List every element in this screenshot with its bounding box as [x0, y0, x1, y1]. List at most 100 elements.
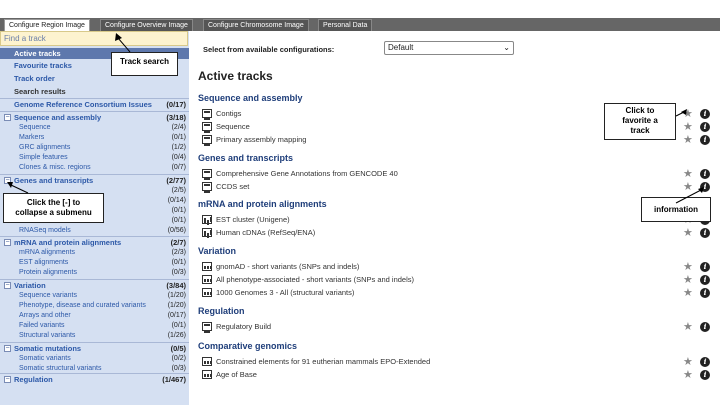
sidebar-subitem[interactable]: Structural variants (1/26) [0, 331, 189, 341]
track-name: All phenotype-associated - short variant… [216, 275, 415, 284]
info-icon[interactable]: i [700, 135, 710, 145]
track-name: Regulatory Build [216, 322, 272, 331]
star-icon[interactable]: ★ [683, 275, 693, 286]
star-icon[interactable]: ★ [683, 122, 693, 133]
track-row[interactable]: Sequence [202, 121, 672, 133]
track-style-icon[interactable] [202, 122, 212, 133]
sidebar-subitem[interactable]: Sequence (2/4) [0, 123, 189, 133]
star-icon[interactable]: ★ [683, 169, 693, 180]
sidebar-subitem[interactable]: Somatic variants (0/2) [0, 354, 189, 364]
track-row[interactable]: 1000 Genomes 3 - All (structural variant… [202, 287, 672, 298]
star-icon[interactable]: ★ [683, 322, 693, 333]
track-row[interactable]: Constrained elements for 91 eutherian ma… [202, 356, 672, 367]
tab-configure-overview-image[interactable]: Configure Overview Image [100, 19, 193, 31]
info-icon[interactable]: i [700, 109, 710, 119]
sidebar-subitem[interactable]: Arrays and other (0/17) [0, 311, 189, 321]
track-style-icon[interactable] [202, 288, 212, 297]
sidebar-subitem[interactable]: Sequence variants (1/20) [0, 291, 189, 301]
info-icon[interactable]: i [700, 275, 710, 285]
sidebar-item-favourite-tracks[interactable]: Favourite tracks [14, 61, 72, 70]
track-style-icon[interactable] [202, 370, 212, 379]
sidebar-group-5[interactable]: − Regulation (1/467) [0, 374, 189, 385]
track-row[interactable]: gnomAD - short variants (SNPs and indels… [202, 261, 672, 272]
track-row[interactable]: Regulatory Build [202, 321, 672, 333]
group-label: Genes and transcripts [14, 176, 94, 185]
track-style-icon[interactable] [202, 109, 212, 120]
info-icon[interactable]: i [700, 370, 710, 380]
sidebar-group-0[interactable]: − Sequence and assembly (3/18) [0, 112, 189, 123]
sidebar-subitem[interactable]: Phenotype, disease and curated variants (… [0, 301, 189, 311]
sidebar-subitem[interactable]: mRNA alignments (2/3) [0, 248, 189, 258]
collapse-toggle-icon[interactable]: − [4, 376, 11, 383]
track-style-icon[interactable] [202, 357, 212, 366]
sidebar-subitem[interactable]: GRC alignments (1/2) [0, 143, 189, 153]
sidebar-subitem[interactable]: Clones & misc. regions (0/7) [0, 163, 189, 173]
star-icon[interactable]: ★ [683, 182, 693, 193]
sidebar-subitem[interactable]: RNASeq models (0/56) [0, 226, 189, 236]
collapse-toggle-icon[interactable]: − [4, 345, 11, 352]
info-icon[interactable]: i [700, 322, 710, 332]
track-row[interactable]: EST cluster (Unigene) [202, 214, 672, 225]
star-icon[interactable]: ★ [683, 135, 693, 146]
tab-bar: Configure Region Image Configure Overvie… [0, 18, 720, 31]
info-icon[interactable]: i [700, 182, 710, 192]
group-label: mRNA and protein alignments [14, 238, 122, 247]
sidebar-group-2[interactable]: − mRNA and protein alignments (2/7) [0, 237, 189, 248]
sidebar-group-3[interactable]: − Variation (3/84) [0, 280, 189, 291]
star-icon[interactable]: ★ [683, 370, 693, 381]
track-style-icon[interactable] [202, 322, 212, 333]
collapse-toggle-icon[interactable]: − [4, 114, 11, 121]
info-icon[interactable]: i [700, 228, 710, 238]
config-select[interactable]: Default ⌄ [384, 41, 514, 55]
sidebar-subitem[interactable]: Simple features (0/4) [0, 153, 189, 163]
info-icon[interactable]: i [700, 122, 710, 132]
callout-text: Click to [625, 106, 655, 115]
track-row[interactable]: Contigs [202, 108, 672, 120]
group-count: (0/5) [170, 344, 186, 353]
subitem-count: (1/26) [167, 332, 186, 339]
track-style-icon[interactable] [202, 182, 212, 193]
info-icon[interactable]: i [700, 288, 710, 298]
sidebar-subitem[interactable]: Protein alignments (0/3) [0, 268, 189, 278]
track-style-icon[interactable] [202, 262, 212, 271]
tab-configure-region-image[interactable]: Configure Region Image [4, 19, 90, 31]
track-row[interactable]: Age of Base [202, 369, 672, 380]
track-search-input[interactable]: Find a track [0, 31, 188, 46]
track-row[interactable]: Primary assembly mapping [202, 134, 672, 146]
track-row[interactable]: All phenotype-associated - short variant… [202, 274, 672, 285]
track-style-icon[interactable] [202, 169, 212, 180]
star-icon[interactable]: ★ [683, 109, 693, 120]
sidebar-subitem[interactable]: Failed variants (0/1) [0, 321, 189, 331]
track-row[interactable]: CCDS set [202, 181, 672, 193]
sidebar-group-4[interactable]: − Somatic mutations (0/5) [0, 343, 189, 354]
track-style-icon[interactable] [202, 275, 212, 284]
track-row[interactable]: Comprehensive Gene Annotations from GENC… [202, 168, 672, 180]
sidebar-subitem[interactable]: EST alignments (0/1) [0, 258, 189, 268]
info-icon[interactable]: i [700, 169, 710, 179]
star-icon[interactable]: ★ [683, 357, 693, 368]
sidebar-subitem[interactable]: Markers (0/1) [0, 133, 189, 143]
subitem-label: Clones & misc. regions [19, 164, 91, 171]
tab-personal-data[interactable]: Personal Data [318, 19, 373, 31]
collapse-toggle-icon[interactable]: − [4, 177, 11, 184]
track-name: Contigs [216, 109, 242, 118]
star-icon[interactable]: ★ [683, 262, 693, 273]
info-icon[interactable]: i [700, 262, 710, 272]
subitem-label: Sequence [19, 124, 51, 131]
star-icon[interactable]: ★ [683, 288, 693, 299]
sidebar-group-grc[interactable]: Genome Reference Consortium Issues (0/17… [0, 99, 189, 110]
collapse-toggle-icon[interactable]: − [4, 239, 11, 246]
sidebar-item-track-order[interactable]: Track order [14, 74, 55, 83]
section-title: Comparative genomics [198, 341, 298, 351]
info-icon[interactable]: i [700, 357, 710, 367]
sidebar-group-1[interactable]: − Genes and transcripts (2/77) [0, 175, 189, 186]
collapse-toggle-icon[interactable]: − [4, 282, 11, 289]
sidebar-item-search-results[interactable]: Search results [14, 87, 66, 96]
track-style-icon[interactable] [202, 215, 212, 224]
tab-configure-chromosome-image[interactable]: Configure Chromosome Image [203, 19, 309, 31]
track-row[interactable]: Human cDNAs (RefSeq/ENA) [202, 227, 672, 238]
track-style-icon[interactable] [202, 135, 212, 146]
track-name: Sequence [216, 122, 250, 131]
star-icon[interactable]: ★ [683, 228, 693, 239]
track-style-icon[interactable] [202, 228, 212, 237]
